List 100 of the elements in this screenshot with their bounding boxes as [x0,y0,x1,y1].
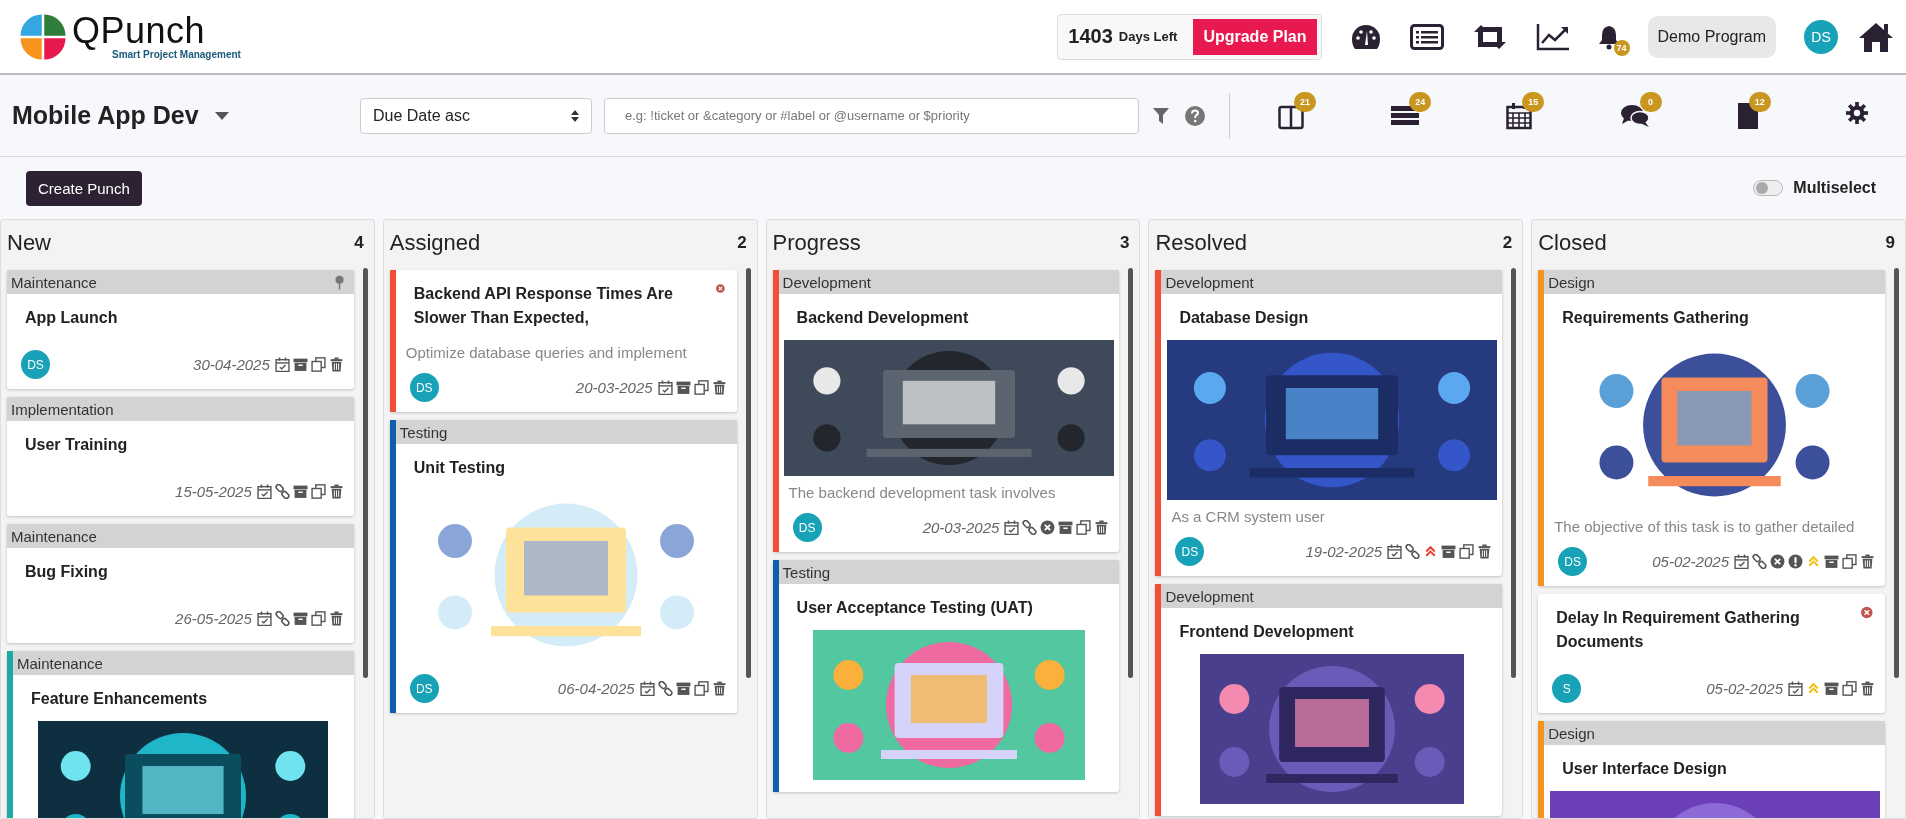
punch-card[interactable]: Delay In Requirement Gathering Documents S 05-02-2025 [1538,594,1885,713]
calendar-check-icon[interactable] [256,484,272,499]
sort-arrows-icon[interactable] [571,109,579,122]
calendar-check-icon[interactable] [1788,681,1803,696]
cancel-icon[interactable] [1770,554,1785,569]
punch-card[interactable]: Backend API Response Times Are Slower Than Expected, Optimize database queries and implement DS 20-03-2025 [389,270,737,412]
punch-card[interactable]: Development Frontend Development [1155,584,1503,816]
link-icon[interactable] [1405,544,1421,559]
punch-card[interactable]: Design Requirements Gathering The objective of this task is to gather detailed DS 05-02-2025 [1538,270,1885,586]
archive-icon[interactable] [1824,554,1839,569]
upgrade-button[interactable]: Upgrade Plan [1193,18,1317,55]
copy-icon[interactable] [1842,681,1857,696]
assignee-avatar: DS [1175,537,1205,566]
calendar-check-icon[interactable] [1734,554,1749,569]
days-label: Days Left [1118,29,1178,44]
archive-icon[interactable] [1058,520,1074,535]
calendar-check-icon[interactable] [274,357,290,372]
copy-icon[interactable] [693,380,709,395]
category-label: Development [1165,273,1254,291]
column-count: 3 [1119,233,1130,253]
scrollbar[interactable] [362,268,368,678]
multiselect-toggle[interactable] [1753,180,1784,196]
copy-icon[interactable] [1076,520,1092,535]
punch-card[interactable]: Development Backend Development The backend development task involves DS 20-03-2025 [772,270,1120,552]
calendar-check-icon[interactable] [1387,544,1403,559]
column-count: 2 [1502,233,1513,253]
archive-icon[interactable] [1824,681,1839,696]
card-title: Backend Development [796,308,969,328]
logo-name: QPunch [72,13,206,49]
scrollbar[interactable] [1894,268,1899,678]
assignee-avatar: DS [409,373,439,402]
punch-card[interactable]: Development Database Design As a CRM system user DS 19-02-2025 [1155,270,1503,576]
trash-icon[interactable] [328,484,344,499]
link-icon[interactable] [274,484,290,499]
caret-icon[interactable] [214,111,229,120]
link-icon[interactable] [1022,520,1038,535]
category-label: Maintenance [11,273,97,291]
trash-icon[interactable] [1860,681,1875,696]
copy-icon[interactable] [693,681,709,696]
calendar-check-icon[interactable] [657,380,673,395]
filter-icon[interactable] [1153,107,1169,124]
count-badge: 21 [1294,91,1316,112]
home-icon[interactable] [1858,20,1894,53]
punch-card[interactable]: Testing User Acceptance Testing (UAT) [772,560,1120,792]
archive-icon[interactable] [292,357,308,372]
remove-icon[interactable] [715,282,725,295]
trash-icon[interactable] [1477,544,1493,559]
trash-icon[interactable] [328,357,344,372]
punch-card[interactable]: Maintenance App Launch DS 30-04-2025 [7,270,354,389]
trash-icon[interactable] [1094,520,1110,535]
trash-icon[interactable] [1860,554,1875,569]
calendar-check-icon[interactable] [256,611,272,626]
copy-icon[interactable] [310,484,326,499]
trash-icon[interactable] [711,681,727,696]
copy-icon[interactable] [1459,544,1475,559]
link-icon[interactable] [657,681,673,696]
remove-icon[interactable] [1861,606,1873,619]
list-icon[interactable] [1409,23,1444,50]
sort-select[interactable]: Due Date asc [360,97,592,134]
chart-icon[interactable] [1535,22,1570,51]
link-icon[interactable] [1752,554,1767,569]
card-description: The objective of this task is to gather detailed [1553,517,1856,535]
trash-icon[interactable] [328,611,344,626]
gauge-icon[interactable] [1349,22,1382,51]
card-title: Requirements Gathering [1562,308,1749,328]
category-label: Design [1548,273,1595,291]
assignee-avatar: S [1552,674,1582,703]
due-date: 26-05-2025 [175,610,252,627]
help-icon[interactable] [1185,105,1205,126]
archive-icon[interactable] [1441,544,1457,559]
card-title: Unit Testing [413,458,506,478]
punch-card[interactable]: Design User Interface Design [1538,721,1885,818]
punch-card[interactable]: Maintenance Feature Enhancements [7,651,354,818]
punch-card[interactable]: Implementation User Training 15-05-2025 [7,397,354,516]
cancel-icon[interactable] [1040,520,1056,535]
scrollbar[interactable] [1128,268,1134,678]
copy-icon[interactable] [1842,554,1857,569]
program-button[interactable]: Demo Program [1647,15,1776,58]
calendar-check-icon[interactable] [639,681,655,696]
column-title: Progress [772,230,861,256]
due-date: 15-05-2025 [175,483,252,500]
scrollbar[interactable] [1511,268,1517,678]
archive-icon[interactable] [675,681,691,696]
scrollbar[interactable] [745,268,751,678]
archive-icon[interactable] [292,484,308,499]
archive-icon[interactable] [292,611,308,626]
alert-icon[interactable] [1788,554,1803,569]
copy-icon[interactable] [310,611,326,626]
pin-icon[interactable] [334,274,344,290]
card-title: User Acceptance Testing (UAT) [796,598,1033,618]
punch-card[interactable]: Testing Unit Testing DS 06-04-2025 [389,420,737,713]
search-field[interactable]: e.g: !ticket or &category or #label or @username or $priority [604,97,1139,134]
link-icon[interactable] [274,611,290,626]
copy-icon[interactable] [310,357,326,372]
column-title: New [7,230,51,256]
trash-icon[interactable] [711,380,727,395]
calendar-check-icon[interactable] [1004,520,1020,535]
create-punch-button[interactable]: Create Punch [26,170,142,206]
archive-icon[interactable] [675,380,691,395]
punch-card[interactable]: Maintenance Bug Fixing 26-05-2025 [7,524,354,643]
